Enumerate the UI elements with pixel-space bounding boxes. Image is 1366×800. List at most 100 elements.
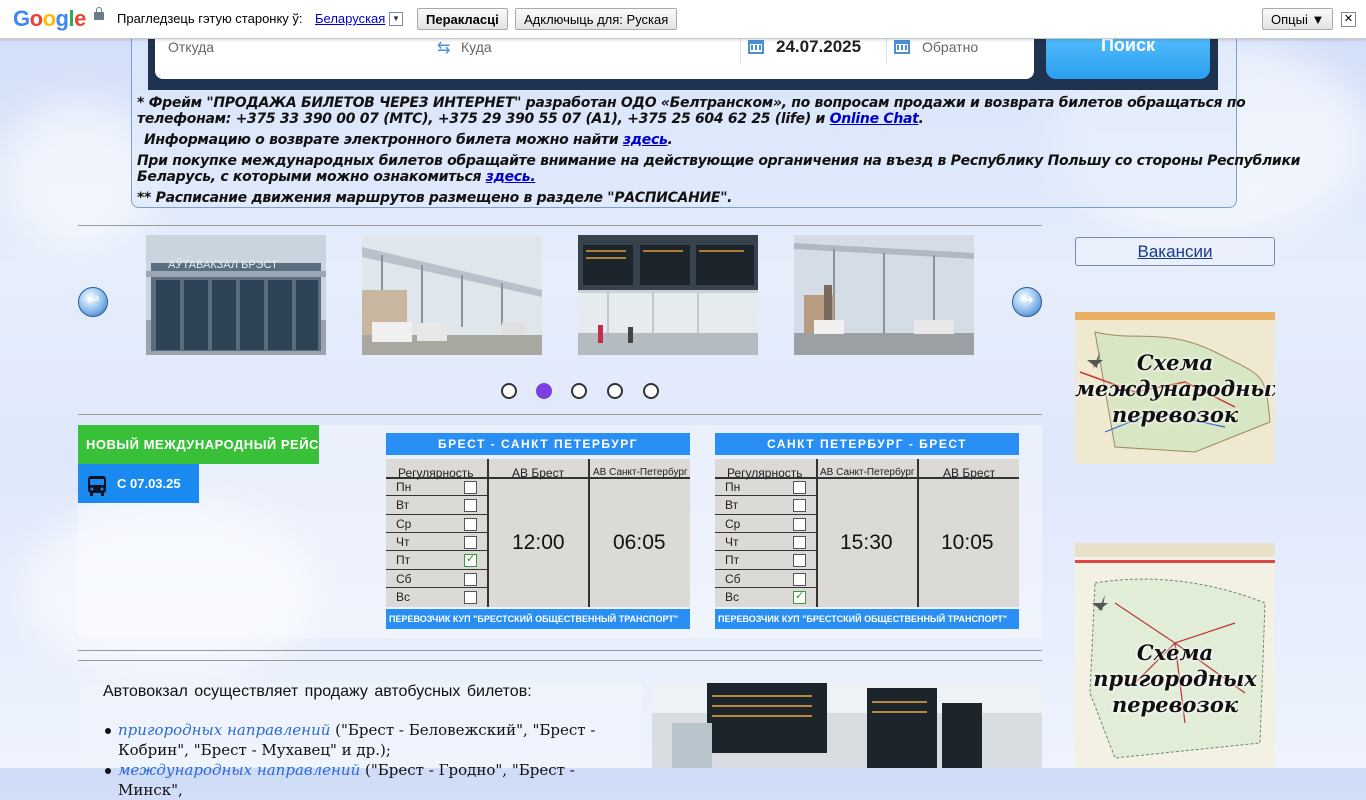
day-label: Пт (396, 553, 411, 568)
route-start-date: С 07.03.25 (78, 464, 199, 503)
day-checkbox (464, 499, 477, 513)
grid-line (715, 531, 816, 533)
slide-image[interactable] (794, 235, 974, 355)
international-directions-link[interactable]: международных направлений (118, 761, 360, 779)
arrival-time: 10:05 (941, 531, 994, 554)
language-link[interactable]: Беларуская (315, 11, 385, 26)
options-button[interactable]: Опцыі ▼ (1262, 8, 1334, 30)
note-text: Информацию о возврате электронного билет… (144, 132, 623, 148)
slider-dot[interactable] (607, 383, 623, 399)
day-checkbox (793, 554, 806, 568)
day-label: Сб (396, 571, 412, 586)
divider (78, 660, 1042, 661)
date-input[interactable]: 24.07.2025 (776, 37, 861, 57)
platform-canopy-image (794, 235, 974, 355)
slider-dot[interactable] (643, 383, 659, 399)
day-checkbox (464, 572, 477, 586)
language-dropdown-icon[interactable]: ▼ (389, 12, 403, 26)
ticket-directions-list: пригородных направлений ("Брест - Белове… (105, 720, 598, 800)
slide-image[interactable] (578, 235, 758, 355)
grid-line (386, 568, 487, 570)
note-line: Информацию о возврате электронного билет… (144, 132, 673, 148)
note-text: Беларусь, с которыми можно ознакомиться (137, 169, 486, 185)
day-label: Вт (396, 498, 410, 513)
slider-dot-active[interactable] (536, 383, 552, 399)
grid-line (487, 459, 489, 607)
grid-line (715, 568, 816, 570)
grid-line (715, 477, 1019, 479)
suburban-routes-map[interactable]: Схема пригородных перевозок (1075, 543, 1275, 768)
slide-image[interactable] (362, 235, 542, 355)
grid-line (386, 477, 690, 479)
day-checked-box (464, 552, 477, 568)
translate-bar: Google Прагледзець гэтую старонку ў: Бел… (0, 0, 1366, 39)
close-icon[interactable]: ✕ (1341, 12, 1356, 27)
grid-line (917, 459, 919, 607)
grid-line (386, 513, 487, 515)
return-info-link[interactable]: здесь (623, 132, 668, 148)
slider-next-icon[interactable]: ↪ (1012, 287, 1042, 317)
timetable-title: САНКТ ПЕТЕРБУРГ - БРЕСТ (715, 433, 1019, 455)
divider (78, 225, 1042, 226)
carrier-info: ПЕРЕВОЗЧИК КУП "БРЕСТСКИЙ ОБЩЕСТВЕННЫЙ Т… (386, 609, 690, 629)
note-period: . (667, 132, 673, 148)
day-checkbox (464, 517, 477, 531)
timetable-body: Регулярность АВ Санкт-Петербург АВ Брест… (715, 459, 1019, 607)
slider-prev-icon[interactable]: ↩ (78, 287, 108, 317)
timetable-title: БРЕСТ - САНКТ ПЕТЕРБУРГ (386, 433, 690, 455)
disable-translate-button[interactable]: Адключыць для: Руская (515, 8, 678, 30)
suburban-directions-link[interactable]: пригородных направлений (118, 721, 330, 739)
day-checkbox (793, 572, 806, 586)
vacancies-link[interactable]: Вакансии (1075, 237, 1275, 266)
bus-station-facade-image: АЎТАВАКЗАЛ БРЭСТ (146, 235, 326, 355)
list-item: пригородных направлений ("Брест - Белове… (105, 720, 598, 760)
note-period: . (918, 111, 924, 127)
day-label: Ср (725, 516, 741, 531)
calendar-icon[interactable] (894, 40, 910, 54)
divider (78, 414, 1042, 415)
bullet (105, 768, 111, 774)
timetable: БРЕСТ - САНКТ ПЕТЕРБУРГ Регулярность АВ … (386, 433, 690, 630)
canopy-platform-image (362, 235, 542, 355)
slide-image[interactable]: АЎТАВАКЗАЛ БРЭСТ (146, 235, 326, 355)
return-date-input[interactable]: Обратно (922, 39, 1022, 55)
bus-icon (87, 473, 107, 496)
from-input[interactable]: Откуда (168, 39, 428, 55)
day-checkbox (464, 590, 477, 604)
grid-line (816, 459, 818, 607)
restrictions-link[interactable]: здесь. (486, 169, 536, 185)
note-line: * Фрейм "ПРОДАЖА БИЛЕТОВ ЧЕРЕЗ ИНТЕРНЕТ"… (137, 95, 1246, 111)
note-line: Беларусь, с которыми можно ознакомиться … (137, 169, 536, 185)
swap-icon[interactable]: ⇆ (437, 38, 450, 58)
new-route-badge: НОВЫЙ МЕЖДУНАРОДНЫЙ РЕЙС (78, 425, 319, 464)
international-routes-map[interactable]: Схема международных перевозок (1075, 312, 1275, 464)
timetable: САНКТ ПЕТЕРБУРГ - БРЕСТ Регулярность АВ … (715, 433, 1019, 630)
day-label: Вс (725, 589, 740, 604)
info-intro: Автовокзал осуществляет продажу автобусн… (103, 683, 532, 700)
departure-time: 15:30 (840, 531, 893, 554)
bullet (105, 728, 111, 734)
day-label: Сб (725, 571, 741, 586)
day-checkbox (793, 535, 806, 549)
slider-dot[interactable] (501, 383, 517, 399)
day-label: Вт (725, 498, 739, 513)
map-caption: Схема международных перевозок (1075, 350, 1275, 427)
translate-button[interactable]: Перакласці (417, 8, 508, 30)
online-chat-link[interactable]: Online Chat (830, 111, 919, 127)
calendar-icon[interactable] (748, 40, 764, 54)
note-line: При покупке международных билетов обраща… (137, 153, 1301, 169)
slider-dot[interactable] (571, 383, 587, 399)
departure-board-image (652, 683, 1042, 768)
departure-time: 12:00 (512, 531, 565, 554)
day-checkbox (793, 499, 806, 513)
day-checkbox (464, 481, 477, 494)
day-checkbox (464, 535, 477, 549)
arrival-time: 06:05 (613, 531, 666, 554)
note-line: ** Расписание движения маршрутов размеще… (137, 190, 733, 206)
departure-board-hall-image (578, 235, 758, 355)
timetable-body: Регулярность АВ Брест АВ Санкт-Петербург… (386, 459, 690, 607)
to-input[interactable]: Куда (461, 39, 731, 55)
station-sign: АЎТАВАКЗАЛ БРЭСТ (168, 258, 278, 271)
google-logo: Google (13, 6, 86, 31)
grid-line (386, 550, 487, 552)
